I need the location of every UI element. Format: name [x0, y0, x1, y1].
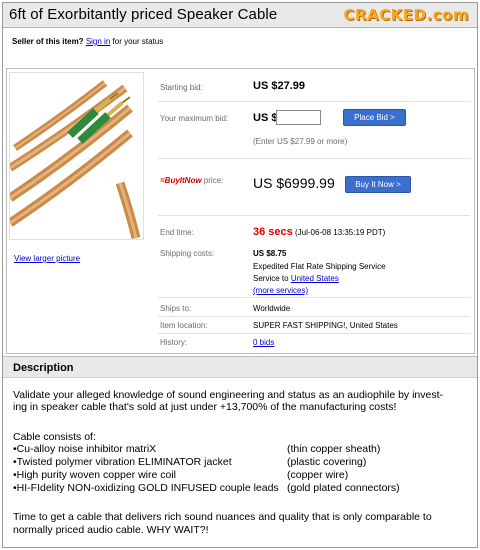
shipping-to: Service to United States [253, 274, 339, 283]
list-item-note: (thin copper sheath) [287, 443, 381, 455]
starting-bid-value: US $27.99 [253, 80, 305, 92]
description-outro-1: Time to get a cable that delivers rich s… [13, 511, 432, 523]
speaker-cable-image [7, 80, 141, 240]
divider [158, 158, 470, 159]
description-intro-1: Validate your alleged knowledge of sound… [13, 389, 444, 401]
end-date: (Jul-06-08 13:35:19 PDT) [295, 228, 386, 237]
title-bar: 6ft of Exorbitantly priced Speaker Cable… [3, 3, 477, 28]
description-intro-2: ing in speaker cable that's sold at just… [13, 401, 397, 413]
buy-it-now-button[interactable]: Buy It Now > [345, 176, 411, 193]
time-left: 36 secs [253, 226, 293, 238]
shipping-cost: US $8.75 [253, 249, 287, 258]
bid-history-link[interactable]: 0 bids [253, 338, 274, 347]
shipping-label: Shipping costs: [160, 249, 215, 258]
enter-bid-hint: (Enter US $27.99 or more) [253, 137, 348, 146]
buy-it-now-price: US $6999.99 [253, 175, 335, 191]
list-item-note: (gold plated connectors) [287, 482, 400, 494]
max-bid-currency: US $ [253, 112, 278, 124]
list-item-note: (plastic covering) [287, 456, 367, 468]
shipping-service: Expedited Flat Rate Shipping Service [253, 262, 386, 271]
item-title: 6ft of Exorbitantly priced Speaker Cable [9, 6, 278, 23]
item-location-label: Item location: [160, 321, 208, 330]
buy-it-now-label: =BuyItNow price: [160, 176, 224, 185]
ships-to-value: Worldwide [253, 304, 291, 313]
view-larger-picture-link[interactable]: View larger picture [14, 254, 80, 263]
sign-in-link[interactable]: Sign in [86, 37, 110, 46]
description-header: Description [3, 356, 477, 378]
starting-bid-label: Starting bid: [160, 83, 203, 92]
cable-consists-heading: Cable consists of: [13, 431, 96, 443]
more-services-link[interactable]: (more services) [253, 286, 308, 295]
seller-question: Seller of this item? [12, 37, 84, 46]
divider [158, 215, 470, 216]
seller-suffix: for your status [112, 37, 164, 46]
end-time-label: End time: [160, 228, 194, 237]
list-item: •Cu-alloy noise inhibitor matriX [13, 443, 157, 455]
item-location-value: SUPER FAST SHIPPING!, United States [253, 321, 398, 330]
cracked-logo: CRACKED.com [343, 6, 469, 24]
ships-to-label: Ships to: [160, 304, 192, 313]
divider [158, 316, 470, 317]
divider [158, 101, 470, 102]
history-label: History: [160, 338, 188, 347]
buy-it-now-logo: =BuyItNow [160, 176, 202, 185]
max-bid-label: Your maximum bid: [160, 114, 229, 123]
description-heading: Description [13, 362, 74, 374]
max-bid-input[interactable] [276, 110, 321, 125]
united-states-link[interactable]: United States [291, 274, 339, 283]
divider [158, 297, 470, 298]
list-item: •Twisted polymer vibration ELIMINATOR ja… [13, 456, 232, 468]
seller-line: Seller of this item? Sign in for your st… [12, 37, 163, 46]
product-photo[interactable] [7, 72, 144, 240]
end-time-value: 36 secs (Jul-06-08 13:35:19 PDT) [253, 226, 385, 238]
divider [158, 333, 470, 334]
list-item-note: (copper wire) [287, 469, 349, 481]
description-outro-2: normally priced audio cable. WHY WAIT?! [13, 524, 209, 536]
list-item: •HI-FIdelity NON-oxidizing GOLD INFUSED … [13, 482, 279, 494]
list-item: •High purity woven copper wire coil [13, 469, 176, 481]
place-bid-button[interactable]: Place Bid > [343, 109, 406, 126]
